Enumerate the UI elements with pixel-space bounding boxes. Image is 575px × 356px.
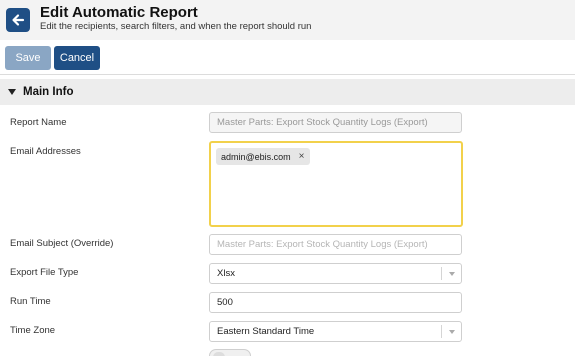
export-file-type-value: Xlsx xyxy=(217,268,235,279)
section-header-main-info[interactable]: Main Info xyxy=(0,79,575,105)
action-toolbar: Save Cancel xyxy=(0,40,575,75)
section-title: Main Info xyxy=(23,86,74,98)
time-zone-value: Eastern Standard Time xyxy=(217,326,315,337)
run-time-input[interactable]: 500 xyxy=(209,292,462,313)
page-header: Edit Automatic Report Edit the recipient… xyxy=(0,0,575,40)
time-zone-select[interactable]: Eastern Standard Time xyxy=(209,321,462,342)
select-divider xyxy=(441,325,442,338)
save-button[interactable]: Save xyxy=(5,46,51,70)
chevron-down-icon[interactable] xyxy=(449,272,455,276)
caret-down-icon xyxy=(8,89,16,95)
page-subtitle: Edit the recipients, search filters, and… xyxy=(40,21,312,32)
report-name-field: Master Parts: Export Stock Quantity Logs… xyxy=(209,112,462,133)
toggle-switch[interactable] xyxy=(209,349,251,356)
email-addresses-label: Email Addresses xyxy=(10,146,81,157)
run-time-label: Run Time xyxy=(10,296,51,307)
report-name-label: Report Name xyxy=(10,117,67,128)
time-zone-label: Time Zone xyxy=(10,325,56,336)
cancel-button[interactable]: Cancel xyxy=(54,46,100,70)
export-file-type-select[interactable]: Xlsx xyxy=(209,263,462,284)
select-divider xyxy=(441,267,442,280)
email-subject-input[interactable]: Master Parts: Export Stock Quantity Logs… xyxy=(209,234,462,255)
export-file-type-label: Export File Type xyxy=(10,267,79,278)
email-subject-label: Email Subject (Override) xyxy=(10,238,114,249)
close-icon[interactable]: × xyxy=(299,151,305,162)
back-button[interactable] xyxy=(6,8,30,32)
toggle-knob xyxy=(213,352,225,356)
chevron-down-icon[interactable] xyxy=(449,330,455,334)
arrow-left-icon xyxy=(12,14,25,26)
email-tag-text: admin@ebis.com xyxy=(221,151,291,162)
page-title: Edit Automatic Report xyxy=(40,4,198,21)
email-addresses-input[interactable]: admin@ebis.com × xyxy=(209,141,463,227)
email-tag: admin@ebis.com × xyxy=(216,148,310,165)
